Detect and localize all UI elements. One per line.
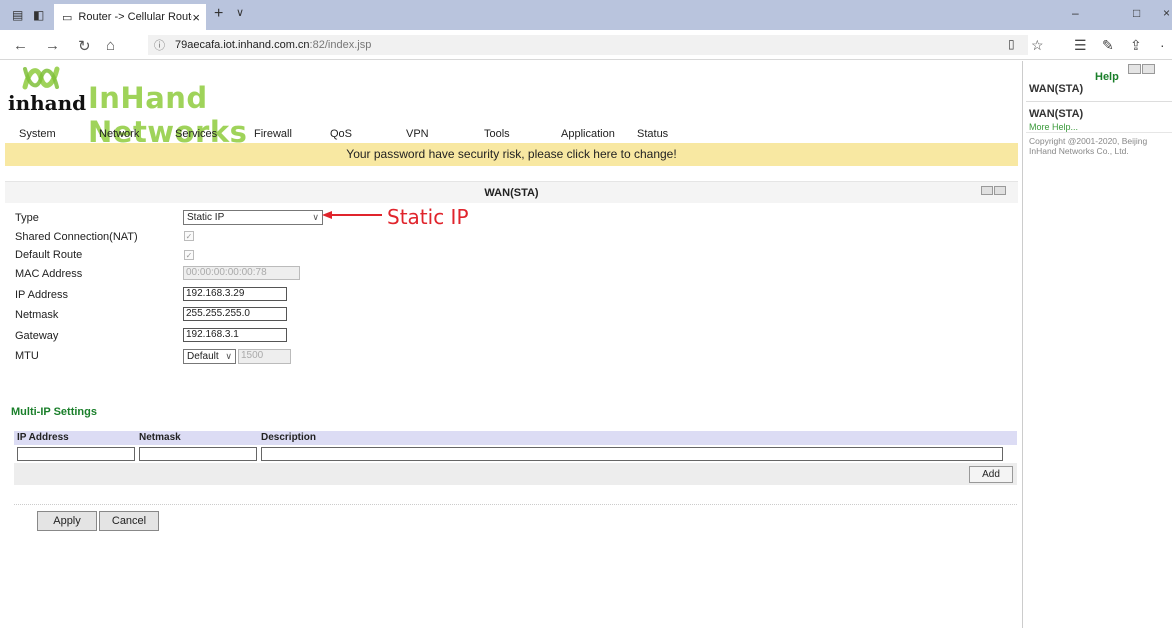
type-select-value: Static IP (187, 212, 225, 223)
default-route-label: Default Route (15, 249, 83, 261)
multi-ip-netmask-input[interactable] (139, 447, 257, 461)
mac-label: MAC Address (15, 268, 83, 280)
page-icon: ▭ (62, 11, 73, 24)
mtu-field[interactable]: 1500 (238, 349, 291, 364)
menu-status[interactable]: Status (637, 128, 668, 140)
back-icon[interactable]: ← (13, 37, 28, 54)
mtu-mode-select[interactable]: Default ∨ (183, 349, 236, 364)
section-window-buttons (981, 186, 1006, 195)
col-description: Description (261, 432, 317, 443)
add-button[interactable]: Add (969, 466, 1013, 483)
logo-wordmark: inhand (8, 91, 87, 115)
collapse-icon[interactable] (981, 186, 993, 195)
menu-services[interactable]: Services (175, 128, 217, 140)
col-netmask: Netmask (139, 432, 181, 443)
main-frame: inhand InHand Networks System Network Se… (0, 61, 1023, 628)
gateway-label: Gateway (15, 330, 59, 342)
annotation-text: Static IP (387, 205, 469, 229)
page-content: inhand InHand Networks System Network Se… (0, 61, 1172, 628)
menu-application[interactable]: Application (561, 128, 615, 140)
type-label: Type (15, 212, 39, 224)
section-header: WAN(STA) (5, 181, 1018, 203)
logo-mark-icon (22, 66, 60, 90)
chevron-down-icon: ∨ (225, 351, 232, 361)
tab-menu-icon[interactable]: ∨ (236, 6, 244, 19)
more-help-link[interactable]: More Help... (1029, 122, 1078, 132)
ip-field[interactable]: 192.168.3.29 (183, 287, 287, 301)
nat-checkbox[interactable]: ✓ (184, 231, 194, 241)
netmask-field[interactable]: 255.255.255.0 (183, 307, 287, 321)
share-icon[interactable]: ⇪ (1130, 37, 1142, 54)
close-window-button[interactable]: × (1163, 6, 1170, 20)
menu-vpn[interactable]: VPN (406, 128, 429, 140)
more-icon[interactable]: · (1160, 37, 1165, 53)
help-window-buttons (1128, 64, 1155, 74)
multi-ip-title: Multi-IP Settings (11, 406, 97, 418)
url-field[interactable]: ⓘ 79aecafa.iot.inhand.com.cn :82/index.j… (148, 35, 1028, 55)
col-ip-address: IP Address (17, 432, 69, 443)
netmask-label: Netmask (15, 309, 59, 321)
type-select[interactable]: Static IP ∨ (183, 210, 323, 225)
help-subheading: WAN(STA) (1029, 108, 1084, 120)
main-menu: System Network Services Firewall QoS VPN… (0, 125, 1023, 143)
divider (1026, 132, 1172, 133)
inhand-logo: inhand InHand Networks (8, 65, 328, 149)
maximize-button[interactable]: □ (1133, 6, 1140, 20)
chevron-down-icon: ∨ (312, 212, 319, 222)
notes-pen-icon[interactable]: ✎ (1102, 37, 1114, 54)
collapse-icon[interactable] (1128, 64, 1141, 74)
gateway-field[interactable]: 192.168.3.1 (183, 328, 287, 342)
copyright-text: Copyright @2001-2020, Beijing InHand Net… (1029, 136, 1148, 156)
url-path: :82/index.jsp (309, 39, 372, 51)
expand-icon[interactable] (1142, 64, 1155, 74)
menu-tools[interactable]: Tools (484, 128, 510, 140)
favorites-hub-icon[interactable]: ☰ (1074, 37, 1087, 54)
cancel-button[interactable]: Cancel (99, 511, 159, 531)
ip-label: IP Address (15, 289, 68, 301)
tab-actions-icon[interactable]: ▤ (12, 8, 23, 22)
browser-titlebar: ▤ ◧ ▭ Router -> Cellular Route × + ∨ – □… (0, 0, 1172, 30)
mtu-mode-value: Default (187, 351, 219, 362)
password-warning-banner[interactable]: Your password have security risk, please… (5, 143, 1018, 166)
menu-qos[interactable]: QoS (330, 128, 352, 140)
address-toolbar: ← → ↻ ⌂ ⓘ 79aecafa.iot.inhand.com.cn :82… (0, 30, 1172, 60)
help-heading: WAN(STA) (1029, 83, 1084, 95)
menu-system[interactable]: System (19, 128, 56, 140)
tab-title: Router -> Cellular Route (78, 11, 193, 23)
tab-preview-icon[interactable]: ◧ (33, 8, 44, 22)
default-route-checkbox[interactable]: ✓ (184, 250, 194, 260)
menu-firewall[interactable]: Firewall (254, 128, 292, 140)
mtu-label: MTU (15, 350, 39, 362)
divider (1026, 101, 1172, 102)
multi-ip-table-footer: Add (14, 463, 1017, 485)
apply-button[interactable]: Apply (37, 511, 97, 531)
section-title: WAN(STA) (484, 187, 539, 199)
new-tab-button[interactable]: + (214, 5, 223, 23)
refresh-icon[interactable]: ↻ (78, 37, 91, 55)
menu-network[interactable]: Network (99, 128, 139, 140)
forward-icon[interactable]: → (45, 37, 60, 54)
divider (14, 504, 1017, 505)
url-host: 79aecafa.iot.inhand.com.cn (175, 39, 310, 51)
info-icon[interactable]: ⓘ (154, 37, 165, 53)
help-title: Help (1095, 71, 1119, 83)
minimize-button[interactable]: – (1072, 6, 1079, 20)
mac-field[interactable]: 00:00:00:00:00:78 (183, 266, 300, 280)
browser-tab[interactable]: ▭ Router -> Cellular Route × (54, 4, 206, 30)
multi-ip-address-input[interactable] (17, 447, 135, 461)
home-icon[interactable]: ⌂ (106, 37, 115, 54)
reading-view-icon[interactable]: ▯ (1008, 37, 1015, 51)
nat-label: Shared Connection(NAT) (15, 231, 138, 243)
multi-ip-description-input[interactable] (261, 447, 1003, 461)
help-panel: Help WAN(STA) WAN(STA) More Help... Copy… (1024, 61, 1172, 628)
favorite-star-icon[interactable]: ☆ (1031, 37, 1044, 54)
annotation-arrow-icon (322, 211, 382, 219)
expand-icon[interactable] (994, 186, 1006, 195)
tab-close-icon[interactable]: × (192, 10, 200, 25)
multi-ip-table-header: IP Address Netmask Description (14, 431, 1017, 445)
